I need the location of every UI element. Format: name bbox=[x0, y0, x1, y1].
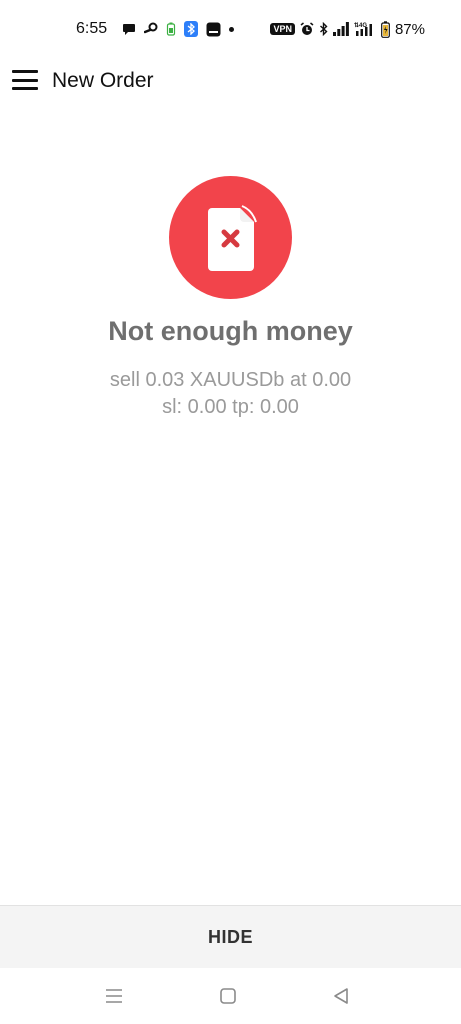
hide-button[interactable]: HIDE bbox=[0, 905, 461, 968]
recents-icon[interactable] bbox=[102, 984, 126, 1008]
battery-saver-icon bbox=[166, 22, 176, 36]
order-stops: sl: 0.00 tp: 0.00 bbox=[162, 396, 299, 418]
system-nav-bar bbox=[0, 968, 461, 1024]
notification-icons bbox=[122, 20, 234, 38]
system-icons: VPN ⇅4G 87% bbox=[270, 20, 425, 38]
menu-icon[interactable] bbox=[12, 70, 38, 90]
document-error-icon bbox=[208, 205, 257, 271]
media-icon bbox=[206, 22, 221, 36]
hide-label: HIDE bbox=[207, 926, 253, 947]
status-time: 6:55 bbox=[76, 20, 108, 37]
mobile-data-icon: ⇅4G bbox=[354, 22, 372, 36]
battery-icon bbox=[381, 20, 390, 38]
app-bar: New Order bbox=[0, 58, 461, 104]
battery-percent: 87% bbox=[394, 20, 425, 38]
page-title: New Order bbox=[52, 69, 154, 92]
status-bar: 6:55 VPN ⇅4G 87% bbox=[0, 0, 461, 58]
more-notifications-dot bbox=[229, 26, 234, 32]
chat-icon bbox=[123, 24, 135, 35]
back-icon[interactable] bbox=[329, 984, 353, 1008]
error-icon-circle bbox=[169, 176, 292, 299]
steam-icon bbox=[144, 22, 158, 34]
signal-icon bbox=[332, 22, 349, 36]
bluetooth-icon bbox=[319, 22, 328, 36]
error-title: Not enough money bbox=[108, 316, 353, 346]
order-details: sell 0.03 XAUUSDb at 0.00 bbox=[109, 369, 352, 391]
alarm-icon bbox=[300, 22, 314, 35]
bluetooth-app-icon bbox=[184, 21, 198, 37]
vpn-badge: VPN bbox=[270, 23, 295, 35]
home-icon[interactable] bbox=[216, 984, 240, 1008]
